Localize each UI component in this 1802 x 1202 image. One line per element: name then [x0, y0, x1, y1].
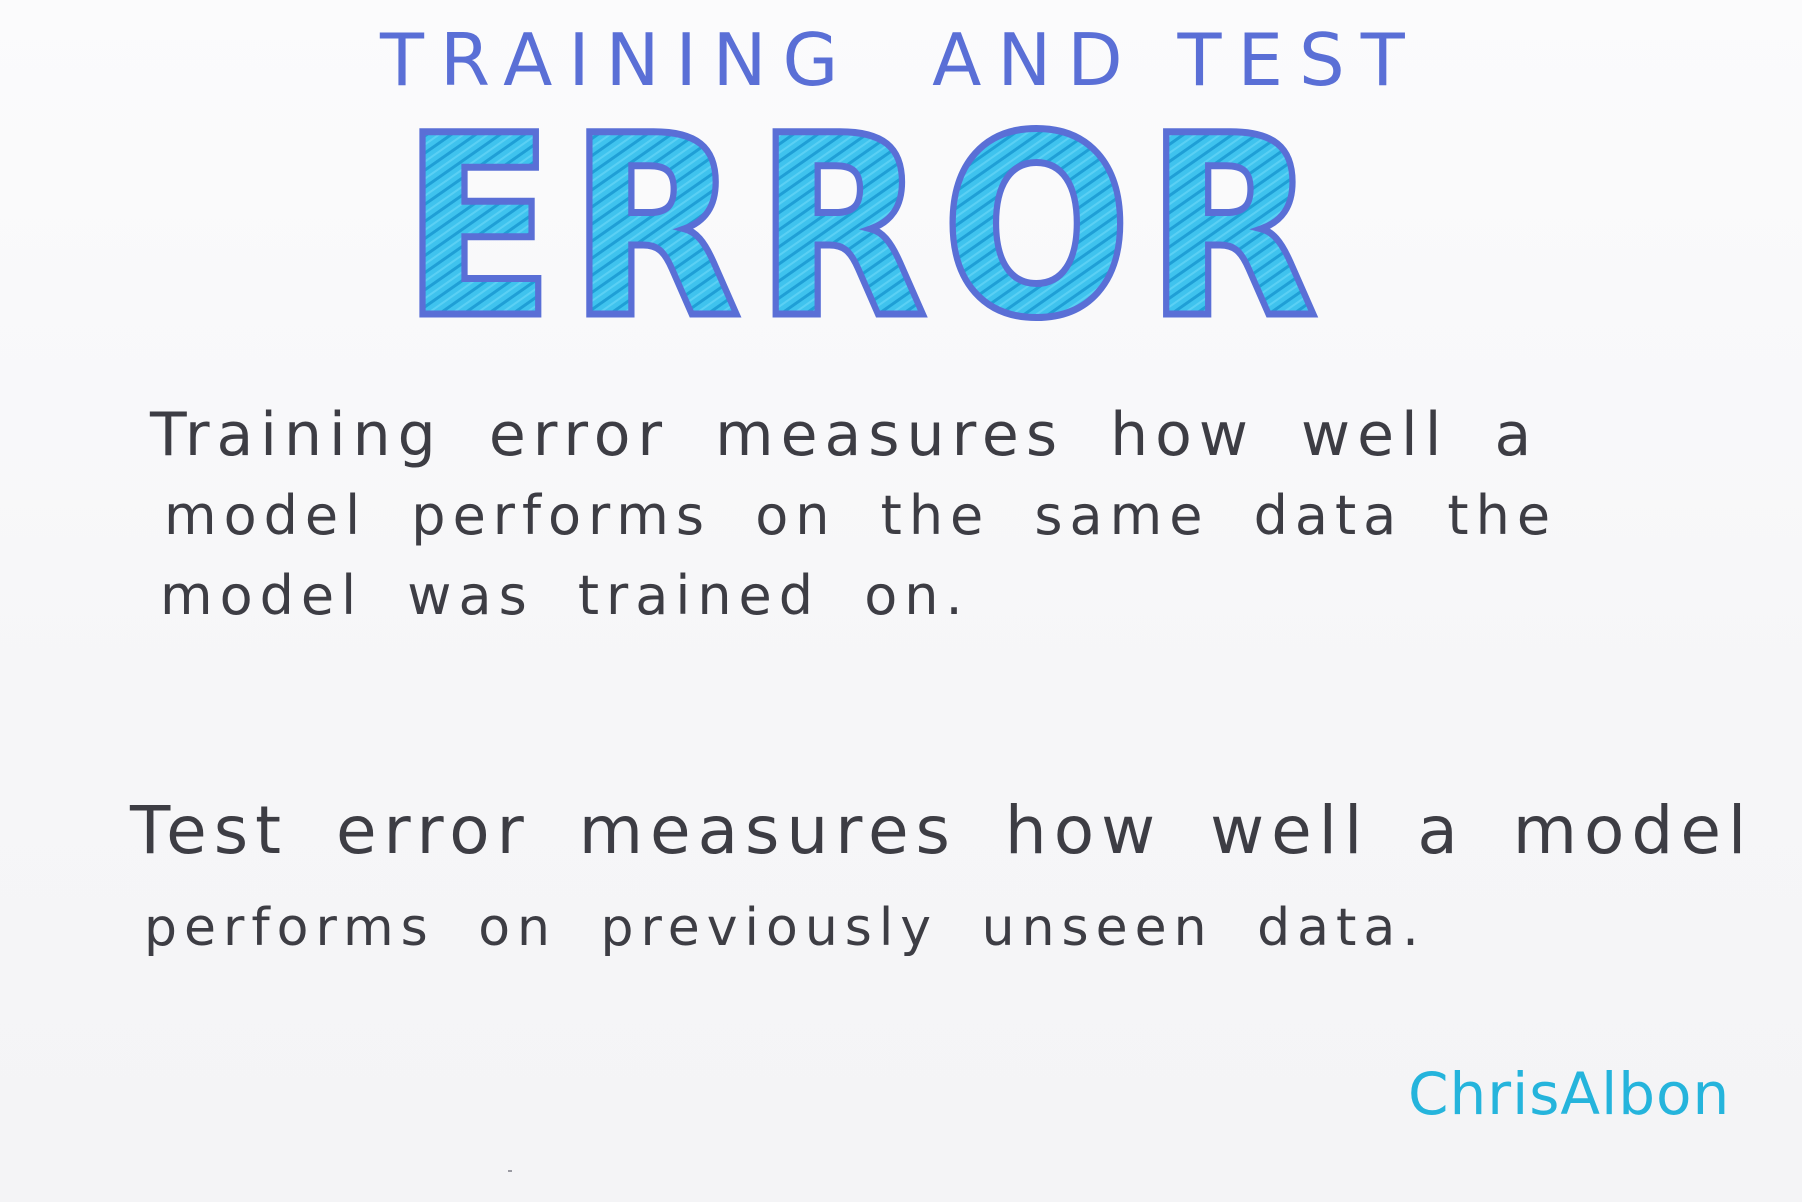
author-signature: ChrisAlbon: [1408, 1060, 1731, 1128]
test-line-2: performs on previously unseen data.: [144, 898, 1426, 958]
training-line-1: Training error measures how well a: [150, 400, 1539, 470]
title-text: ERROR: [402, 104, 1332, 336]
card-title: ERROR: [392, 104, 1342, 336]
paper-speck: [508, 1170, 512, 1172]
test-error-paragraph: Test error measures how well a model per…: [130, 792, 1754, 978]
training-error-paragraph: Training error measures how well a model…: [150, 400, 1590, 644]
training-line-3: model was trained on.: [160, 564, 970, 627]
card-subtitle: TRAINING AND TEST: [380, 18, 1421, 102]
flashcard-sheet: TRAINING AND TEST ERROR Training error m…: [0, 0, 1802, 1202]
test-line-1: Test error measures how well a model: [130, 792, 1754, 869]
training-line-2: model performs on the same data the: [164, 484, 1558, 547]
